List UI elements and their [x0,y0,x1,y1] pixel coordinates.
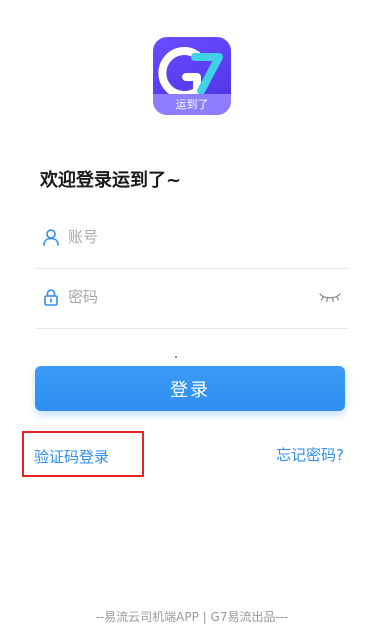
forgot-password-link[interactable]: 忘记密码? [276,444,344,465]
password-input[interactable] [68,284,298,310]
password-field [36,268,348,329]
app-logo: 运到了 [153,37,231,115]
account-field [36,208,348,269]
sms-login-highlight: 验证码登录 [22,431,144,477]
login-button[interactable]: 登录 [35,366,345,411]
user-icon [43,229,59,246]
lock-icon [44,289,58,306]
footer-text: --易流云司机端APP | G7易流出品--- [95,610,289,624]
decorative-dot [175,356,177,358]
eye-closed-icon[interactable] [318,290,342,304]
welcome-title: 欢迎登录运到了~ [40,170,182,191]
account-input[interactable] [68,224,298,250]
logo-caption: 运到了 [153,94,231,115]
sms-login-link[interactable]: 验证码登录 [34,446,109,467]
